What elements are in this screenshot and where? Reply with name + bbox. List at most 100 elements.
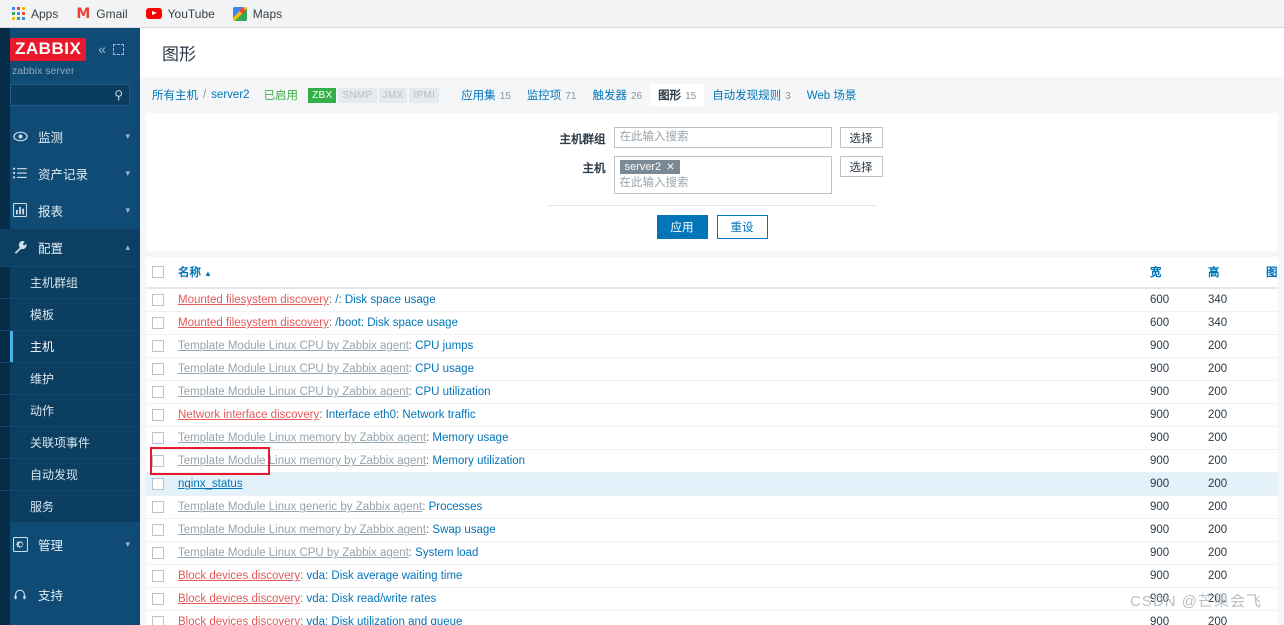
graph-name-prefix-link[interactable]: Block devices discovery [178,570,300,582]
row-checkbox[interactable] [152,547,164,560]
bookmark-youtube[interactable]: YouTube [145,7,215,21]
breadcrumb-host[interactable]: server2 [211,89,249,101]
chevron-double-left-icon[interactable]: « [98,42,106,56]
bookmark-gmail[interactable]: M Gmail [76,7,127,21]
column-header-name[interactable]: 名称 ▲ [172,257,1144,289]
column-header-width[interactable]: 宽 [1144,257,1202,289]
breadcrumb-all-hosts[interactable]: 所有主机 [152,87,198,103]
graph-name-prefix-link[interactable]: Template Module Linux CPU by Zabbix agen… [178,340,409,352]
graph-name-prefix-link[interactable]: Template Module Linux CPU by Zabbix agen… [178,386,409,398]
table-row[interactable]: nginx_status 900 200 [146,472,1278,497]
host-group-input[interactable]: 在此输入搜索 [613,127,832,148]
sidebar-subitem-host-groups[interactable]: 主机群组 [0,265,140,298]
graph-name-prefix-link[interactable]: Template Module Linux memory by Zabbix a… [178,455,426,467]
graph-name-link[interactable]: /: Disk space usage [335,294,435,306]
graph-name-link[interactable]: nginx_status [178,478,243,490]
row-checkbox[interactable] [152,616,164,625]
graph-name-link[interactable]: Swap usage [432,524,495,536]
fullscreen-icon[interactable] [113,43,125,55]
sidebar-subitem-discovery[interactable]: 自动发现 [0,457,140,490]
sidebar-item-configuration[interactable]: 配置 ▴ [0,228,140,266]
row-checkbox[interactable] [152,524,164,537]
table-row[interactable]: Template Module Linux memory by Zabbix a… [146,426,1278,451]
sidebar-item-reports[interactable]: 报表 ▾ [0,192,140,229]
table-row[interactable]: Template Module Linux memory by Zabbix a… [146,449,1278,474]
row-checkbox[interactable] [152,363,164,376]
sidebar-item-support[interactable]: 支持 [0,576,140,613]
graph-name-prefix-link[interactable]: Block devices discovery [178,593,300,605]
sidebar-item-administration[interactable]: 管理 ▾ [0,526,140,563]
row-checkbox[interactable] [152,386,164,399]
table-row[interactable]: Template Module Linux CPU by Zabbix agen… [146,357,1278,382]
row-checkbox[interactable] [152,432,164,445]
tab-triggers[interactable]: 触发器 26 [584,84,650,106]
graph-name-prefix-link[interactable]: Mounted filesystem discovery [178,317,329,329]
table-row[interactable]: Mounted filesystem discovery: /boot: Dis… [146,311,1278,336]
graph-name-link[interactable]: Memory utilization [432,455,525,467]
tab-discovery-rules[interactable]: 自动发现规则 3 [704,84,799,106]
column-header-type[interactable]: 图 [1260,257,1278,289]
graph-name-prefix-link[interactable]: Template Module Linux CPU by Zabbix agen… [178,363,409,375]
reset-button[interactable]: 重设 [716,215,768,239]
sidebar-item-monitoring[interactable]: 监测 ▾ [0,118,140,155]
table-row[interactable]: Block devices discovery: vda: Disk read/… [146,587,1278,612]
row-checkbox[interactable] [152,340,164,353]
table-row[interactable]: Block devices discovery: vda: Disk avera… [146,564,1278,589]
host-group-select-button[interactable]: 选择 [839,127,883,148]
select-all-checkbox[interactable] [152,265,164,278]
close-icon[interactable]: ✕ [666,162,674,173]
sidebar-subitem-maintenance[interactable]: 维护 [0,361,140,394]
row-checkbox[interactable] [152,294,164,306]
row-checkbox[interactable] [152,478,164,491]
row-checkbox[interactable] [152,409,164,422]
row-checkbox[interactable] [152,593,164,606]
sidebar-search[interactable]: ⚲ [10,83,130,106]
bookmark-apps[interactable]: Apps [12,7,58,21]
graph-name-link[interactable]: vda: Disk average waiting time [306,570,462,582]
tab-graphs[interactable]: 图形 15 [650,84,705,106]
sidebar-item-inventory[interactable]: 资产记录 ▾ [0,155,140,192]
graph-name-prefix-link[interactable]: Template Module Linux memory by Zabbix a… [178,524,426,536]
row-checkbox[interactable] [152,455,164,468]
tab-applications[interactable]: 应用集 15 [453,84,519,106]
tab-items[interactable]: 监控项 71 [519,84,585,106]
graph-name-prefix-link[interactable]: Network interface discovery [178,409,319,421]
host-chip[interactable]: server2 ✕ [619,160,680,174]
table-row[interactable]: Mounted filesystem discovery: /: Disk sp… [146,288,1278,313]
row-checkbox[interactable] [152,570,164,583]
table-row[interactable]: Network interface discovery: Interface e… [146,403,1278,428]
row-checkbox[interactable] [152,501,164,514]
table-row[interactable]: Template Module Linux CPU by Zabbix agen… [146,334,1278,359]
graph-name-link[interactable]: vda: Disk read/write rates [306,593,436,605]
tab-web-scenarios[interactable]: Web 场景 [799,84,869,106]
graph-name-link[interactable]: Interface eth0: Network traffic [326,409,476,421]
sidebar-subitem-correlation[interactable]: 关联项事件 [0,425,140,458]
host-input[interactable]: server2 ✕ 在此输入搜索 [613,156,832,194]
sidebar-subitem-actions[interactable]: 动作 [0,393,140,426]
graph-name-link[interactable]: Processes [429,501,483,513]
table-row[interactable]: Template Module Linux CPU by Zabbix agen… [146,541,1278,566]
table-row[interactable]: Template Module Linux generic by Zabbix … [146,495,1278,520]
row-checkbox[interactable] [152,317,164,330]
graph-name-link[interactable]: vda: Disk utilization and queue [306,616,462,625]
sidebar-subitem-templates[interactable]: 模板 [0,297,140,330]
graph-name-link[interactable]: /boot: Disk space usage [335,317,458,329]
graph-name-prefix-link[interactable]: Template Module Linux generic by Zabbix … [178,501,422,513]
graph-name-prefix-link[interactable]: Template Module Linux memory by Zabbix a… [178,432,426,444]
host-select-button[interactable]: 选择 [839,156,883,177]
zabbix-logo[interactable]: ZABBIX [10,38,87,61]
table-row[interactable]: Template Module Linux memory by Zabbix a… [146,518,1278,543]
graph-name-link[interactable]: CPU jumps [415,340,473,352]
search-input[interactable] [18,88,122,101]
graph-name-link[interactable]: System load [415,547,478,559]
bookmark-maps[interactable]: Maps [232,6,282,21]
graph-name-prefix-link[interactable]: Block devices discovery [178,616,300,625]
sidebar-subitem-services[interactable]: 服务 [0,489,140,522]
graph-name-prefix-link[interactable]: Mounted filesystem discovery [178,294,329,306]
sidebar-subitem-hosts[interactable]: 主机 [0,329,140,362]
apply-button[interactable]: 应用 [656,215,708,239]
column-header-height[interactable]: 高 [1202,257,1260,289]
graph-name-link[interactable]: CPU utilization [415,386,490,398]
graph-name-prefix-link[interactable]: Template Module Linux CPU by Zabbix agen… [178,547,409,559]
graph-name-link[interactable]: Memory usage [432,432,508,444]
